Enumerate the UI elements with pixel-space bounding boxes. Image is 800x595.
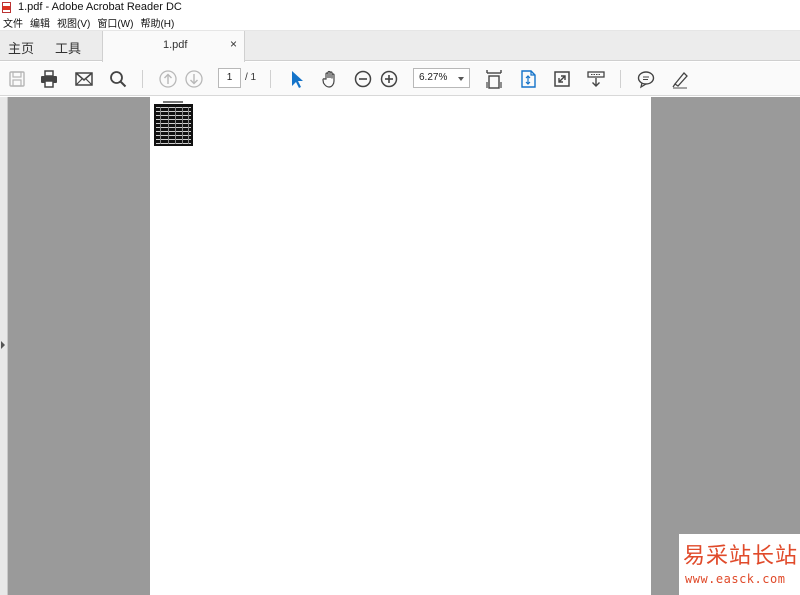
site-watermark: 易采站长站 www.easck.com xyxy=(679,534,800,595)
close-tab-icon[interactable]: × xyxy=(230,38,237,50)
watermark-text: 易采站长站 xyxy=(683,544,799,569)
menu-bar: 文件 编辑 视图(V) 窗口(W) 帮助(H) xyxy=(0,14,800,31)
zoom-dropdown[interactable]: 6.27% xyxy=(413,68,470,88)
menu-help[interactable]: 帮助(H) xyxy=(137,15,178,30)
menu-view[interactable]: 视图(V) xyxy=(54,15,94,30)
zoom-in-icon[interactable] xyxy=(378,68,400,90)
save-icon[interactable] xyxy=(6,68,28,90)
page-content-table xyxy=(154,104,193,146)
title-bar: 1.pdf - Adobe Acrobat Reader DC xyxy=(0,0,800,14)
menu-edit[interactable]: 编辑 xyxy=(27,15,54,30)
comment-icon[interactable] xyxy=(635,68,657,90)
tab-bar: 主页 工具 1.pdf × xyxy=(0,31,800,62)
tab-home[interactable]: 主页 xyxy=(8,38,34,57)
page-content-heading xyxy=(163,101,183,103)
previous-page-icon[interactable] xyxy=(157,68,179,90)
toolbar xyxy=(0,62,800,96)
zoom-value: 6.27% xyxy=(419,72,448,83)
select-tool-icon[interactable] xyxy=(285,68,307,90)
tab-document-label: 1.pdf xyxy=(163,39,188,51)
highlight-icon[interactable] xyxy=(669,68,691,90)
fit-page-icon[interactable] xyxy=(483,68,505,90)
menu-file[interactable]: 文件 xyxy=(0,15,27,30)
email-icon[interactable] xyxy=(73,68,95,90)
scroll-mode-icon[interactable] xyxy=(585,68,607,90)
expand-panel-icon[interactable] xyxy=(1,341,5,349)
acrobat-app-icon xyxy=(2,1,12,13)
menu-window[interactable]: 窗口(W) xyxy=(94,15,137,30)
chevron-down-icon[interactable] xyxy=(458,77,464,81)
window-title: 1.pdf - Adobe Acrobat Reader DC xyxy=(18,1,182,13)
left-panel-toggle[interactable] xyxy=(0,97,8,595)
pdf-page[interactable] xyxy=(150,97,651,595)
tab-tools[interactable]: 工具 xyxy=(55,38,81,57)
toolbar-separator xyxy=(142,70,143,88)
toolbar-separator xyxy=(620,70,621,88)
page-layout-icon[interactable] xyxy=(517,68,539,90)
page-total-label: / 1 xyxy=(245,72,257,83)
full-screen-icon[interactable] xyxy=(551,68,573,90)
search-icon[interactable] xyxy=(107,68,129,90)
toolbar-separator xyxy=(270,70,271,88)
watermark-url: www.easck.com xyxy=(685,572,786,586)
hand-tool-icon[interactable] xyxy=(319,68,341,90)
tab-document[interactable]: 1.pdf × xyxy=(102,31,245,62)
page-number-input[interactable]: 1 xyxy=(218,68,241,88)
next-page-icon[interactable] xyxy=(183,68,205,90)
zoom-out-icon[interactable] xyxy=(352,68,374,90)
print-icon[interactable] xyxy=(38,68,60,90)
